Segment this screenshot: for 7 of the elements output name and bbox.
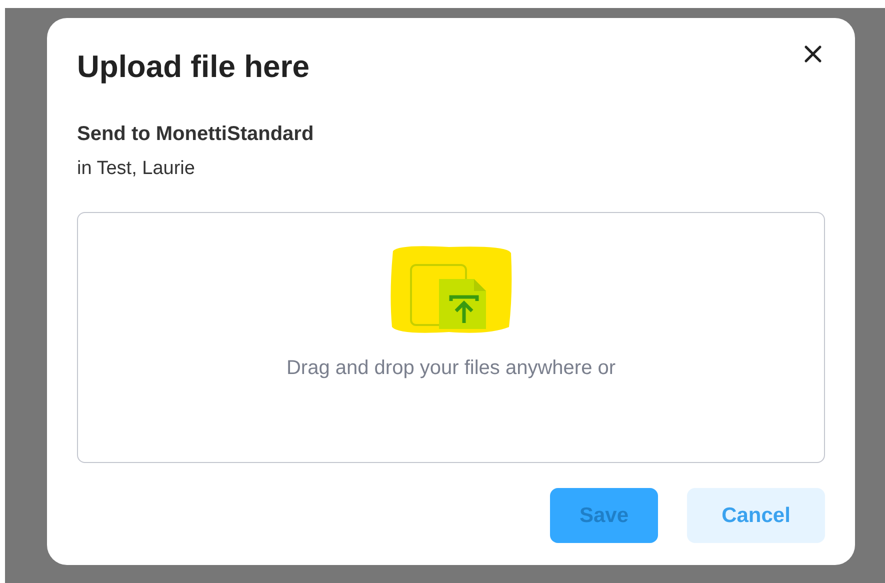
location-text: in Test, Laurie (77, 157, 196, 182)
close-icon (803, 44, 823, 64)
dialog-title: Upload file here (77, 48, 310, 86)
recipient-text: Send to MonettiStandard (77, 122, 315, 148)
cancel-button[interactable]: Cancel (687, 488, 825, 543)
dropzone[interactable]: Drag and drop your files anywhere or (77, 212, 825, 463)
dropzone-instruction: Drag and drop your files anywhere or (286, 356, 616, 381)
